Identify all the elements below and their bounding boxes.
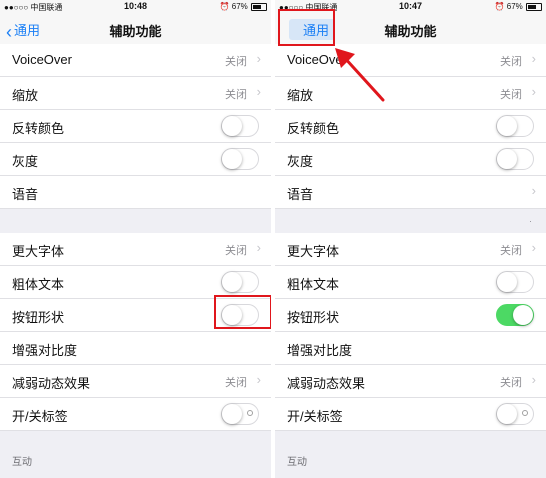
chevron-right-icon: › [256, 240, 261, 255]
row-voiceover[interactable]: VoiceOver 关闭 › [0, 44, 271, 77]
row-reduce-motion[interactable]: 减弱动态效果 关闭 › [0, 365, 271, 398]
grayscale-toggle[interactable] [221, 148, 259, 170]
row-increase-contrast[interactable]: 增强对比度 [275, 332, 546, 365]
onoff-labels-toggle[interactable] [221, 403, 259, 425]
settings-list: VoiceOver 关闭 › 缩放 关闭 › 反转颜色 灰度 语音 更大字体 关… [0, 44, 271, 475]
row-label: 反转颜色 [12, 121, 65, 136]
row-value: 关闭 [500, 245, 522, 257]
bold-text-toggle[interactable] [496, 271, 534, 293]
interaction-section-header: 互动 [275, 431, 546, 475]
row-label: VoiceOver [12, 52, 72, 67]
battery-percent: 67% [506, 2, 523, 11]
row-label: 增强对比度 [12, 343, 78, 358]
row-value: 关闭 [225, 377, 247, 389]
battery-status: ⏰ 67% [495, 2, 542, 11]
row-button-shapes: 按钮形状 [275, 299, 546, 332]
row-label: 粗体文本 [12, 277, 65, 292]
left-screenshot: ●●○○○ 中国联通 10:48 ⏰ 67% ‹ 通用 辅助功能 VoiceOve… [0, 0, 271, 478]
row-label: 灰度 [12, 154, 39, 169]
chevron-right-icon: › [531, 183, 536, 198]
row-label: 反转颜色 [287, 121, 340, 136]
row-label: 减弱动态效果 [287, 376, 366, 391]
row-invert-colors: 反转颜色 [0, 110, 271, 143]
battery-icon [251, 2, 267, 11]
battery-icon [526, 2, 542, 11]
row-value: 关闭 [225, 89, 247, 101]
row-grayscale: 灰度 [275, 143, 546, 176]
button-shapes-toggle[interactable] [496, 304, 534, 326]
row-label: 缩放 [12, 88, 39, 103]
battery-percent: 67% [231, 2, 248, 11]
separator-mark: · [529, 216, 532, 226]
onoff-labels-toggle[interactable] [496, 403, 534, 425]
row-increase-contrast[interactable]: 增强对比度 [0, 332, 271, 365]
row-label: 开/关标签 [287, 409, 343, 424]
right-screenshot: ●●○○○ 中国联通 10:47 ⏰ 67% 通用 辅助功能 VoiceOver… [275, 0, 546, 478]
row-label: 按钮形状 [287, 310, 340, 325]
chevron-right-icon: › [256, 372, 261, 387]
row-reduce-motion[interactable]: 减弱动态效果 关闭 › [275, 365, 546, 398]
section-separator: · [275, 209, 546, 233]
invert-colors-toggle[interactable] [496, 115, 534, 137]
row-zoom[interactable]: 缩放 关闭 › [0, 77, 271, 110]
chevron-right-icon: › [531, 51, 536, 66]
chevron-right-icon: › [531, 372, 536, 387]
row-label: 缩放 [287, 88, 314, 103]
alarm-icon: ⏰ [494, 2, 505, 11]
pointer-arrow [335, 48, 385, 102]
page-title: 辅助功能 [109, 24, 162, 39]
row-speech[interactable]: 语音 › [275, 176, 546, 209]
row-label: 语音 [12, 187, 39, 202]
row-larger-text[interactable]: 更大字体 关闭 › [275, 233, 546, 266]
row-value: 关闭 [500, 89, 522, 101]
battery-status: ⏰ 67% [220, 2, 267, 11]
highlight-box [278, 9, 335, 46]
row-invert-colors: 反转颜色 [275, 110, 546, 143]
chevron-right-icon: › [256, 51, 261, 66]
row-label: 语音 [287, 187, 314, 202]
navigation-bar: ‹ 通用 辅助功能 [0, 14, 271, 45]
chevron-right-icon: › [531, 240, 536, 255]
interaction-section-header: 互动 [0, 431, 271, 475]
row-value: 关闭 [500, 56, 522, 68]
highlight-box [214, 295, 271, 329]
section-header-label: 互动 [12, 457, 32, 468]
row-onoff-labels: 开/关标签 [275, 398, 546, 431]
bold-text-toggle[interactable] [221, 271, 259, 293]
row-value: 关闭 [500, 377, 522, 389]
row-label: 减弱动态效果 [12, 376, 91, 391]
row-label: 按钮形状 [12, 310, 65, 325]
grayscale-toggle[interactable] [496, 148, 534, 170]
status-bar: ●●○○○ 中国联通 10:48 ⏰ 67% [0, 0, 271, 14]
row-label: 灰度 [287, 154, 314, 169]
row-label: 更大字体 [287, 244, 340, 259]
row-voiceover[interactable]: VoiceOver 关闭 › [275, 44, 546, 77]
chevron-right-icon: › [256, 84, 261, 99]
row-onoff-labels: 开/关标签 [0, 398, 271, 431]
row-speech[interactable]: 语音 [0, 176, 271, 209]
row-bold-text: 粗体文本 [275, 266, 546, 299]
alarm-icon: ⏰ [219, 2, 230, 11]
section-separator [0, 209, 271, 233]
row-value: 关闭 [225, 56, 247, 68]
row-zoom[interactable]: 缩放 关闭 › [275, 77, 546, 110]
invert-colors-toggle[interactable] [221, 115, 259, 137]
row-value: 关闭 [225, 245, 247, 257]
row-label: 更大字体 [12, 244, 65, 259]
row-label: 增强对比度 [287, 343, 353, 358]
section-header-label: 互动 [287, 457, 307, 468]
row-label: 粗体文本 [287, 277, 340, 292]
settings-list: VoiceOver 关闭 › 缩放 关闭 › 反转颜色 灰度 语音 › · 更大… [275, 44, 546, 475]
chevron-right-icon: › [531, 84, 536, 99]
row-grayscale: 灰度 [0, 143, 271, 176]
row-label: 开/关标签 [12, 409, 68, 424]
row-larger-text[interactable]: 更大字体 关闭 › [0, 233, 271, 266]
